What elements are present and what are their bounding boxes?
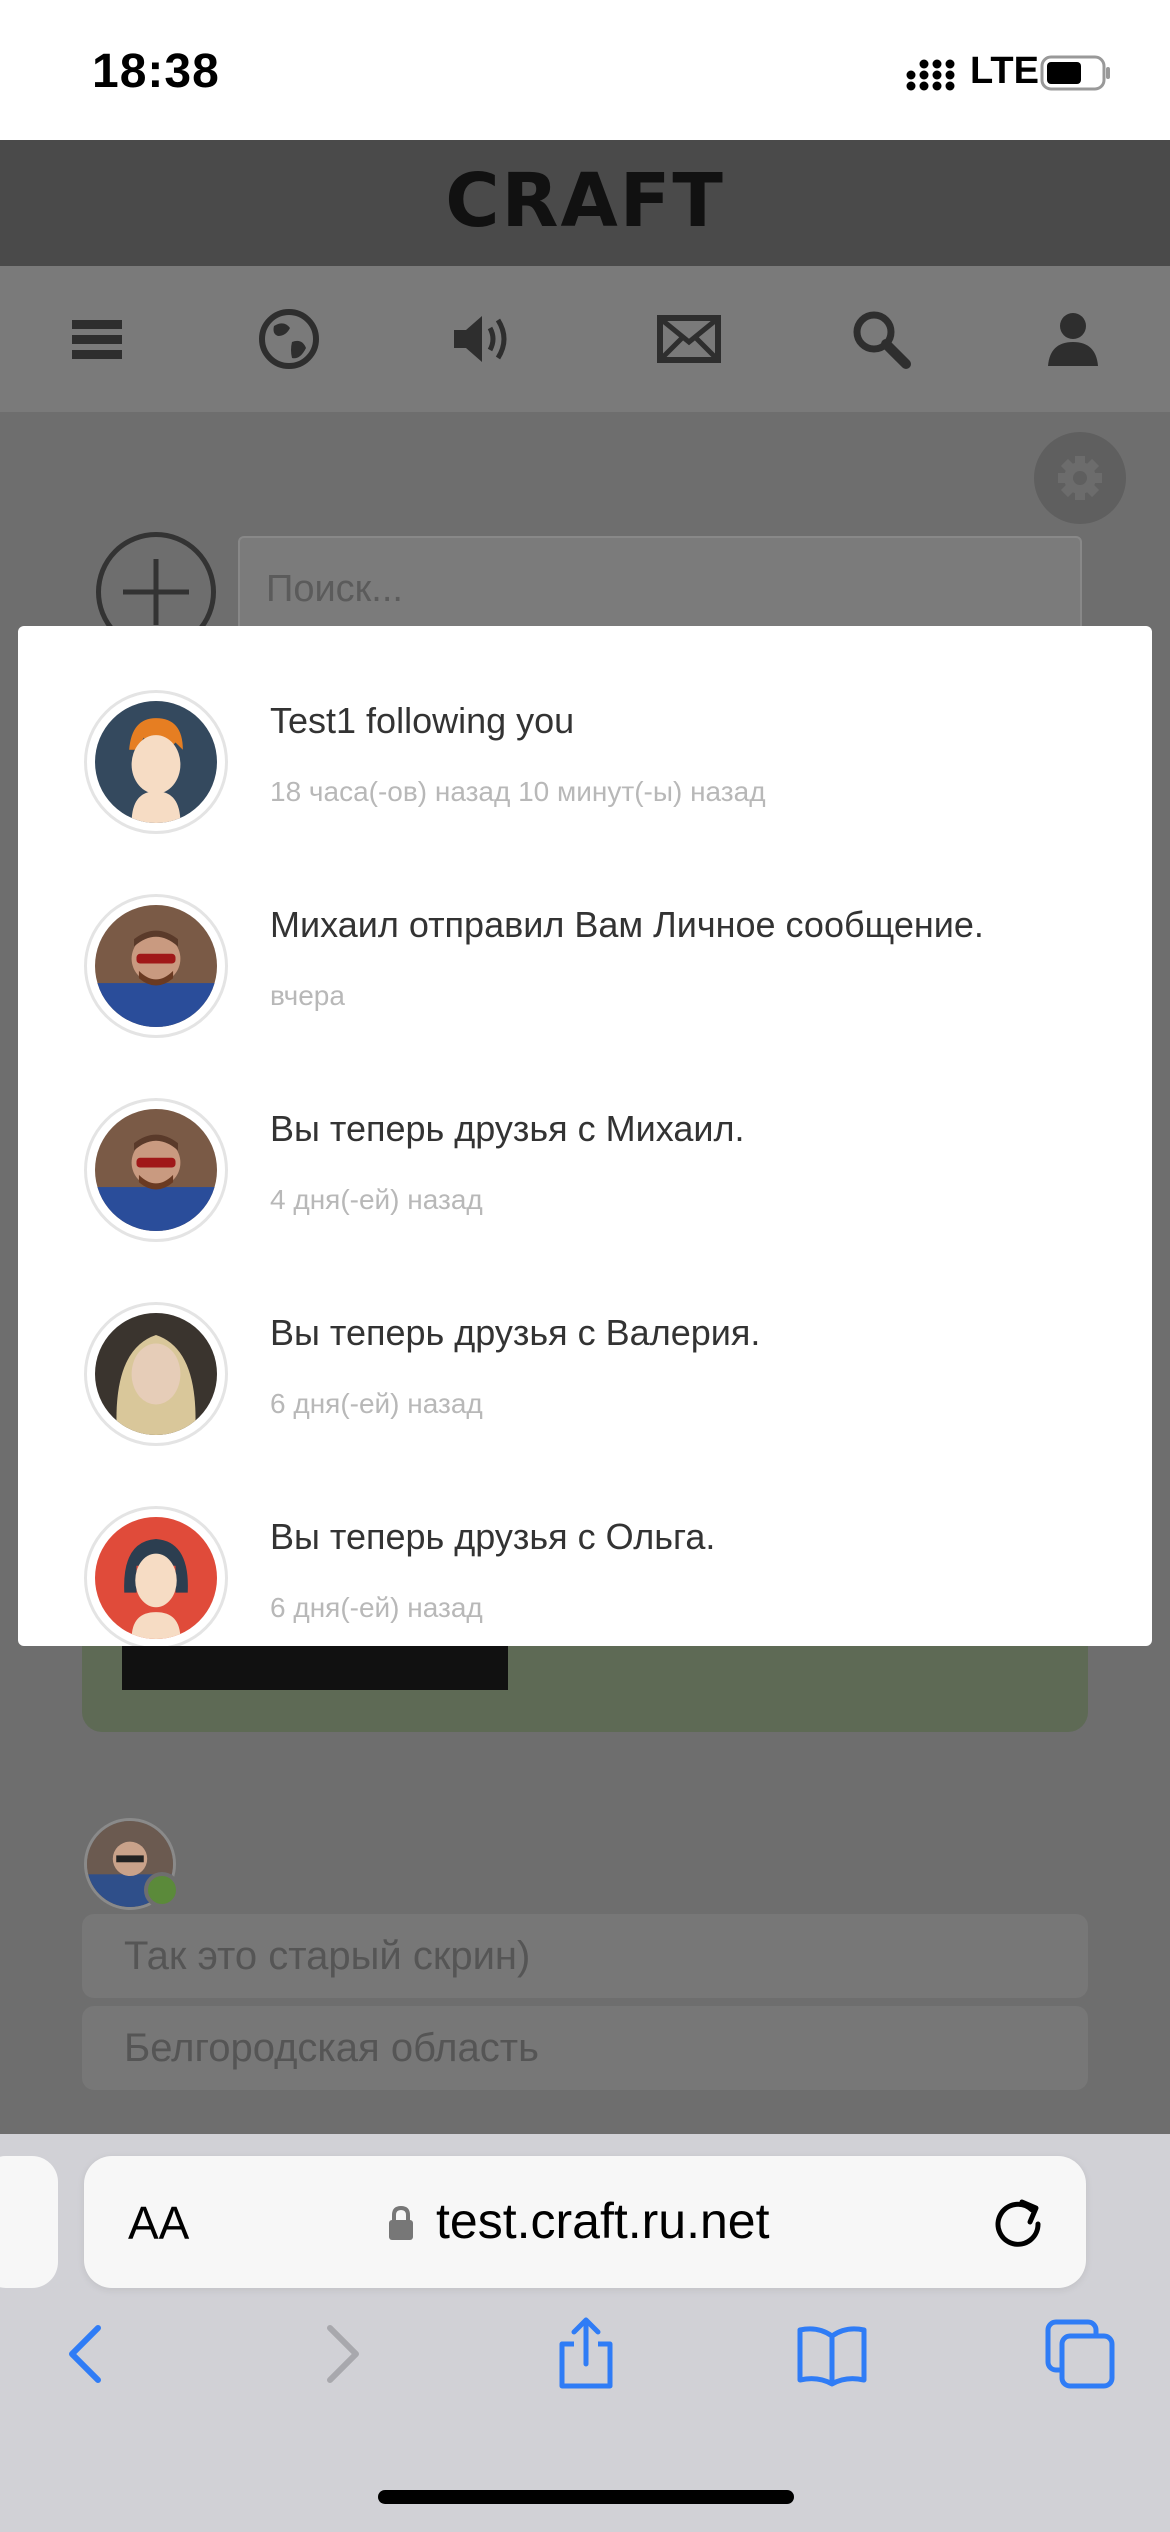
notification-item[interactable]: Test1 following you 18 часа(-ов) назад 1… bbox=[18, 626, 1152, 834]
home-indicator bbox=[378, 2490, 794, 2504]
notification-title: Вы теперь друзья с Михаил. bbox=[270, 1108, 745, 1149]
search-placeholder: Поиск... bbox=[266, 568, 403, 610]
text-size-label: AA bbox=[128, 2197, 190, 2249]
signal-icon bbox=[906, 59, 955, 91]
url-text: test.craft.ru.net bbox=[436, 2193, 770, 2249]
avatar[interactable] bbox=[84, 1302, 228, 1446]
online-status-dot bbox=[144, 1872, 180, 1908]
nav-bar bbox=[0, 266, 1170, 412]
comment-text: Так это старый скрин) bbox=[124, 1934, 531, 1978]
status-bar: 18:38 LTE bbox=[0, 0, 1170, 140]
search-icon[interactable] bbox=[848, 306, 914, 372]
notification-time: 6 дня(-ей) назад bbox=[270, 1388, 483, 1419]
comment-row: Так это старый скрин) bbox=[82, 1914, 1088, 1998]
status-time: 18:38 bbox=[92, 45, 220, 98]
notification-title: Михаил отправил Вам Личное сообщение. bbox=[270, 904, 984, 945]
site-header: CRAFT bbox=[0, 140, 1170, 266]
menu-icon[interactable] bbox=[64, 306, 130, 372]
avatar[interactable] bbox=[84, 894, 228, 1038]
avatar[interactable] bbox=[84, 1098, 228, 1242]
reload-icon[interactable] bbox=[990, 2194, 1046, 2250]
gear-icon bbox=[1058, 456, 1102, 500]
lock-icon bbox=[389, 2205, 413, 2240]
notification-time: 6 дня(-ей) назад bbox=[270, 1592, 483, 1623]
notifications-popup: Test1 following you 18 часа(-ов) назад 1… bbox=[18, 626, 1152, 1646]
forward-icon[interactable] bbox=[302, 2316, 378, 2392]
share-icon[interactable] bbox=[548, 2316, 624, 2392]
settings-button[interactable] bbox=[1034, 432, 1126, 524]
back-icon[interactable] bbox=[50, 2316, 126, 2392]
notification-time: 4 дня(-ей) назад bbox=[270, 1184, 483, 1215]
location-text: Белгородская область bbox=[124, 2026, 539, 2070]
battery-icon bbox=[1040, 55, 1110, 91]
network-type: LTE bbox=[970, 50, 1039, 92]
avatar[interactable] bbox=[84, 690, 228, 834]
previous-tab[interactable] bbox=[0, 2156, 58, 2288]
notification-title: Test1 following you bbox=[270, 700, 575, 741]
svg-text:CRAFT: CRAFT bbox=[445, 162, 725, 242]
notification-item[interactable]: Вы теперь друзья с Ольга. 6 дня(-ей) наз… bbox=[18, 1442, 1152, 1646]
location-row: Белгородская область bbox=[82, 2006, 1088, 2090]
avatar[interactable] bbox=[84, 1506, 228, 1646]
bookmarks-icon[interactable] bbox=[794, 2316, 870, 2392]
text-size-button[interactable]: AA bbox=[128, 2196, 189, 2250]
globe-icon[interactable] bbox=[256, 306, 322, 372]
tabs-icon[interactable] bbox=[1042, 2316, 1118, 2392]
notification-time: 18 часа(-ов) назад 10 минут(-ы) назад bbox=[270, 776, 766, 807]
mail-icon[interactable] bbox=[656, 306, 722, 372]
notification-time: вчера bbox=[270, 980, 345, 1011]
notification-item[interactable]: Вы теперь друзья с Валерия. 6 дня(-ей) н… bbox=[18, 1238, 1152, 1446]
user-icon[interactable] bbox=[1040, 306, 1106, 372]
speaker-icon[interactable] bbox=[450, 306, 516, 372]
notification-item[interactable]: Вы теперь друзья с Михаил. 4 дня(-ей) на… bbox=[18, 1034, 1152, 1242]
address-bar[interactable]: AA test.craft.ru.net bbox=[84, 2156, 1086, 2288]
notification-item[interactable]: Михаил отправил Вам Личное сообщение. вч… bbox=[18, 830, 1152, 1038]
notification-title: Вы теперь друзья с Валерия. bbox=[270, 1312, 761, 1353]
craft-logo[interactable]: CRAFT bbox=[0, 162, 1170, 242]
notification-title: Вы теперь друзья с Ольга. bbox=[270, 1516, 716, 1557]
